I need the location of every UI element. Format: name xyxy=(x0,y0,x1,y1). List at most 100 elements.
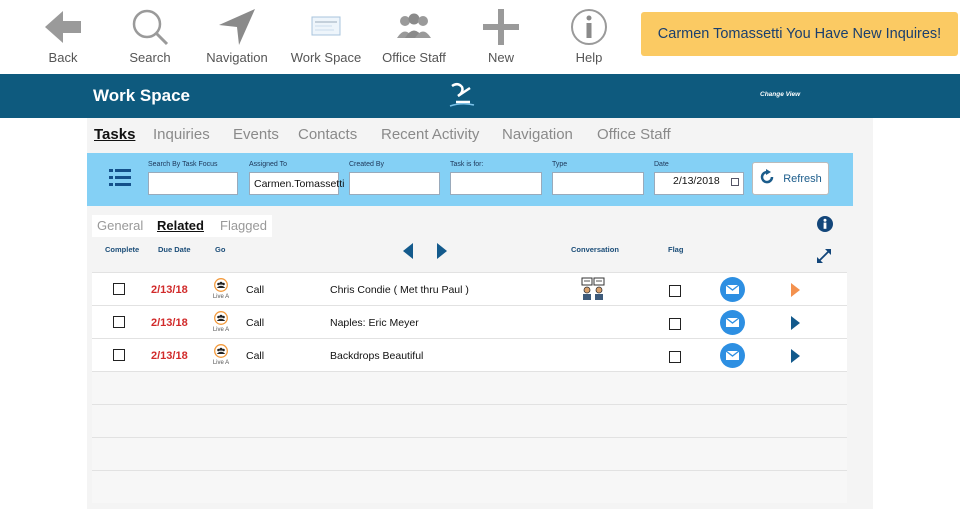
task-grid: 2/13/18 Live A Call Chris Condie ( Met t… xyxy=(92,272,847,503)
workspace-icon xyxy=(286,6,366,48)
page-title: Work Space xyxy=(93,86,191,105)
navigation-button[interactable]: Navigation xyxy=(197,6,277,65)
new-label: New xyxy=(487,50,514,65)
workspace-banner: Work Space Change View xyxy=(0,74,960,118)
flag-checkbox[interactable] xyxy=(669,285,681,297)
table-row[interactable]: 2/13/18 Live A Call Chris Condie ( Met t… xyxy=(92,272,847,305)
navigation-label: Navigation xyxy=(206,50,268,65)
task-for-input[interactable] xyxy=(450,172,542,195)
email-icon[interactable] xyxy=(720,343,745,373)
task-type: Call xyxy=(246,317,265,329)
type-input[interactable] xyxy=(552,172,644,195)
task-type: Call xyxy=(246,350,265,362)
assigned-to-input[interactable]: Carmen.Tomassetti xyxy=(249,172,344,195)
workspace-button[interactable]: Work Space xyxy=(286,6,366,65)
task-for-label: Task is for: xyxy=(450,161,484,168)
back-label: Back xyxy=(48,50,78,65)
task-subject[interactable]: Chris Condie ( Met thru Paul ) xyxy=(330,284,469,296)
due-date: 2/13/18 xyxy=(151,350,188,362)
go-label: Live A xyxy=(212,294,230,300)
new-button[interactable]: New xyxy=(461,6,541,65)
search-focus-label: Search By Task Focus xyxy=(148,161,218,168)
prev-page-arrow-icon[interactable] xyxy=(403,243,413,264)
empty-row xyxy=(92,437,847,470)
refresh-label: Refresh xyxy=(783,172,822,185)
task-subject[interactable]: Naples: Eric Meyer xyxy=(330,317,419,329)
help-button[interactable]: Help xyxy=(549,6,629,65)
type-label: Type xyxy=(552,161,568,168)
go-label: Live A xyxy=(212,327,230,333)
search-icon xyxy=(110,6,190,48)
email-icon[interactable] xyxy=(720,310,745,340)
people-icon xyxy=(214,278,228,292)
table-row[interactable]: 2/13/18 Live A Call Naples: Eric Meyer xyxy=(92,305,847,338)
people-icon xyxy=(214,344,228,358)
flag-checkbox[interactable] xyxy=(669,318,681,330)
created-by-input[interactable] xyxy=(349,172,440,195)
refresh-button[interactable]: Refresh xyxy=(752,162,829,195)
top-toolbar: Back Search Navigation Work Space Office… xyxy=(0,0,960,74)
open-task-arrow-icon[interactable] xyxy=(791,316,800,330)
subtab-related[interactable]: Related xyxy=(157,218,204,233)
next-page-arrow-icon[interactable] xyxy=(437,243,447,264)
col-go: Go xyxy=(215,245,226,254)
tab-events[interactable]: Events xyxy=(233,126,279,143)
email-icon[interactable] xyxy=(720,277,745,307)
subtab-general[interactable]: General xyxy=(97,218,143,233)
expand-icon[interactable] xyxy=(816,248,832,269)
col-due-date: Due Date xyxy=(158,245,191,254)
created-by-label: Created By xyxy=(349,161,385,168)
open-task-arrow-icon[interactable] xyxy=(791,283,800,297)
go-live-button[interactable]: Live A xyxy=(211,311,231,333)
tab-inquiries[interactable]: Inquiries xyxy=(153,126,210,143)
search-label: Search xyxy=(129,50,171,65)
task-subject[interactable]: Backdrops Beautiful xyxy=(330,350,423,362)
brand-logo-icon xyxy=(448,82,476,108)
change-view-link[interactable]: Change View xyxy=(760,91,800,98)
task-type: Call xyxy=(246,284,265,296)
go-live-button[interactable]: Live A xyxy=(211,344,231,366)
complete-checkbox[interactable] xyxy=(113,283,125,295)
calendar-icon[interactable] xyxy=(731,178,739,186)
back-arrow-icon xyxy=(23,6,103,48)
empty-row xyxy=(92,371,847,404)
tab-contacts[interactable]: Contacts xyxy=(298,126,357,143)
search-focus-input[interactable] xyxy=(148,172,238,195)
open-task-arrow-icon[interactable] xyxy=(791,349,800,363)
date-label: Date xyxy=(654,161,669,168)
help-label: Help xyxy=(575,50,603,65)
table-row[interactable]: 2/13/18 Live A Call Backdrops Beautiful xyxy=(92,338,847,371)
date-value: 2/13/2018 xyxy=(673,175,720,187)
conversation-icon[interactable] xyxy=(581,277,605,306)
new-inquiries-notification[interactable]: Carmen Tomassetti You Have New Inquires! xyxy=(641,12,958,56)
list-menu-icon[interactable] xyxy=(109,169,131,192)
subtab-flagged[interactable]: Flagged xyxy=(220,218,267,233)
office-staff-icon xyxy=(374,6,454,48)
tab-tasks[interactable]: Tasks xyxy=(94,126,135,143)
plus-icon xyxy=(461,6,541,48)
info-circle-icon[interactable] xyxy=(817,216,833,237)
assigned-to-label: Assigned To xyxy=(249,161,288,168)
tab-recent-activity[interactable]: Recent Activity xyxy=(381,126,479,143)
people-icon xyxy=(214,311,228,325)
tab-office-staff[interactable]: Office Staff xyxy=(597,126,671,143)
filter-bar: Search By Task Focus Assigned To Carmen.… xyxy=(87,153,853,206)
navigation-icon xyxy=(197,6,277,48)
refresh-icon xyxy=(759,169,775,188)
complete-checkbox[interactable] xyxy=(113,316,125,328)
workspace-label: Work Space xyxy=(290,50,362,65)
complete-checkbox[interactable] xyxy=(113,349,125,361)
search-button[interactable]: Search xyxy=(110,6,190,65)
office-staff-label: Office Staff xyxy=(382,50,446,65)
col-complete: Complete xyxy=(105,245,140,254)
col-conversation: Conversation xyxy=(571,245,619,254)
office-staff-button[interactable]: Office Staff xyxy=(374,6,454,65)
go-live-button[interactable]: Live A xyxy=(211,278,231,300)
empty-row xyxy=(92,404,847,437)
info-icon xyxy=(549,6,629,48)
col-flag: Flag xyxy=(668,245,684,254)
date-input[interactable]: 2/13/2018 xyxy=(654,172,744,195)
flag-checkbox[interactable] xyxy=(669,351,681,363)
back-button[interactable]: Back xyxy=(23,6,103,65)
tab-navigation[interactable]: Navigation xyxy=(502,126,573,143)
